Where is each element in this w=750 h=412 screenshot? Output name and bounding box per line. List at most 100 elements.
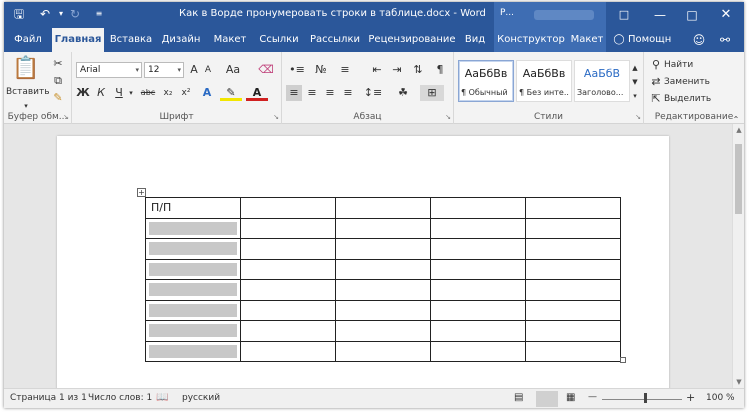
line-spacing-icon[interactable]: ↕≡ (362, 85, 384, 101)
font-name-select[interactable]: Arial ▾ (76, 62, 142, 78)
grow-font-button[interactable]: A (188, 62, 200, 78)
table-cell[interactable] (430, 217, 526, 239)
table-cell[interactable] (525, 320, 621, 342)
close-icon[interactable]: ✕ (710, 2, 742, 28)
table-cell[interactable] (430, 197, 526, 219)
table-cell-number[interactable] (145, 340, 241, 362)
bold-button[interactable]: Ж (76, 85, 90, 101)
table-cell[interactable] (335, 217, 431, 239)
word-count[interactable]: Число слов: 1 (88, 393, 152, 403)
table-cell[interactable] (335, 279, 431, 301)
table-cell[interactable] (525, 279, 621, 301)
document-page[interactable]: + П/П (57, 136, 669, 388)
tab-review[interactable]: Рецензирование (368, 28, 456, 52)
table-cell[interactable] (240, 258, 336, 280)
read-mode-icon[interactable]: ▤ (514, 392, 523, 403)
select-button[interactable]: Выделить (664, 91, 726, 107)
table-resize-handle[interactable] (620, 357, 626, 363)
styles-launcher-icon[interactable]: ↘ (635, 113, 641, 121)
align-left-icon[interactable]: ≡ (286, 85, 302, 101)
table-cell[interactable] (430, 320, 526, 342)
justify-icon[interactable]: ≡ (340, 85, 356, 101)
clear-formatting-icon[interactable]: ⌫ (258, 62, 274, 78)
tab-design[interactable]: Дизайн (158, 28, 204, 52)
table-cell[interactable] (430, 238, 526, 260)
table-cell[interactable] (240, 217, 336, 239)
shading-icon[interactable]: ☘ (392, 85, 414, 101)
table-cell[interactable] (525, 217, 621, 239)
multilevel-list-icon[interactable]: ≡ (334, 62, 356, 78)
align-center-icon[interactable]: ≡ (304, 85, 320, 101)
table-cell[interactable] (335, 340, 431, 362)
highlight-icon[interactable]: ✎ (220, 85, 242, 101)
table-cell[interactable] (335, 320, 431, 342)
table-cell[interactable] (430, 279, 526, 301)
table-cell[interactable] (335, 299, 431, 321)
paragraph-launcher-icon[interactable]: ↘ (445, 113, 451, 121)
vertical-scrollbar[interactable]: ▲ ▼ (732, 124, 744, 388)
clipboard-icon[interactable]: 📋 (12, 56, 40, 82)
tab-table-layout[interactable]: Макет (568, 28, 606, 52)
table-cell-number[interactable] (145, 217, 241, 239)
tab-file[interactable]: Файл (8, 28, 48, 52)
borders-icon[interactable]: ⊞ (420, 85, 444, 101)
page-count[interactable]: Страница 1 из 1 (10, 393, 87, 403)
ribbon-display-icon[interactable]: □ (608, 2, 640, 28)
styles-more-icon[interactable]: ▾ (630, 88, 640, 104)
zoom-slider[interactable] (602, 399, 682, 400)
find-icon[interactable]: ⚲ (650, 57, 662, 73)
shrink-font-button[interactable]: A (202, 62, 214, 78)
table-cell[interactable] (525, 238, 621, 260)
maximize-icon[interactable]: □ (676, 2, 708, 28)
tab-layout[interactable]: Макет (208, 28, 252, 52)
zoom-level[interactable]: 100 % (706, 393, 735, 403)
tab-mailings[interactable]: Рассылки (306, 28, 364, 52)
share-icon[interactable]: ⚯ (716, 28, 734, 52)
show-marks-icon[interactable]: ¶ (432, 62, 448, 78)
table-cell-number[interactable] (145, 238, 241, 260)
table-cell[interactable] (335, 258, 431, 280)
table-cell[interactable] (240, 197, 336, 219)
tab-home[interactable]: Главная (52, 28, 104, 52)
numbering-icon[interactable]: № (310, 62, 332, 78)
table-cell[interactable] (525, 258, 621, 280)
scroll-up-icon[interactable]: ▲ (733, 126, 744, 134)
zoom-out-icon[interactable]: — (588, 392, 597, 402)
table-cell[interactable] (240, 340, 336, 362)
change-case-button[interactable]: Aa (222, 62, 244, 78)
table-cell[interactable] (335, 238, 431, 260)
document-table[interactable]: П/П (145, 197, 621, 362)
print-layout-icon[interactable] (536, 391, 558, 407)
subscript-button[interactable]: x₂ (160, 85, 176, 101)
bullets-icon[interactable]: •≡ (286, 62, 308, 78)
style-normal[interactable]: АаБбВв ¶ Обычный (458, 60, 514, 102)
font-launcher-icon[interactable]: ↘ (273, 113, 279, 121)
underline-dropdown-icon[interactable]: ▾ (126, 85, 136, 101)
underline-button[interactable]: Ч (112, 85, 126, 101)
tab-table-design[interactable]: Конструктор (494, 28, 568, 52)
text-effects-icon[interactable]: A (198, 85, 216, 101)
table-cell-number[interactable] (145, 320, 241, 342)
web-layout-icon[interactable]: ▦ (566, 392, 575, 403)
table-move-handle-icon[interactable]: + (137, 188, 146, 197)
tab-references[interactable]: Ссылки (256, 28, 302, 52)
sort-icon[interactable]: ⇅ (410, 62, 426, 78)
table-cell[interactable] (240, 320, 336, 342)
table-cell-number[interactable]: П/П (145, 197, 241, 219)
style-heading1[interactable]: АаБбВ Заголово... (574, 60, 630, 102)
scroll-down-icon[interactable]: ▼ (733, 378, 744, 386)
tab-insert[interactable]: Вставка (108, 28, 154, 52)
table-cell[interactable] (430, 340, 526, 362)
redo-icon[interactable]: ↻ (66, 6, 84, 22)
format-painter-icon[interactable]: ✎ (50, 90, 66, 106)
customize-toolbar-icon[interactable]: ≡ (90, 6, 108, 22)
zoom-in-icon[interactable]: + (686, 391, 695, 404)
find-button[interactable]: Найти (664, 57, 706, 73)
save-icon[interactable]: 🖫 (10, 6, 28, 22)
style-no-spacing[interactable]: АаБбВв ¶ Без инте... (516, 60, 572, 102)
table-cell-number[interactable] (145, 299, 241, 321)
proofing-icon[interactable]: 📖 (156, 392, 168, 403)
replace-icon[interactable]: ⇄ (650, 74, 662, 90)
font-color-icon[interactable]: A (246, 85, 268, 101)
select-icon[interactable]: ⇱ (650, 91, 662, 107)
